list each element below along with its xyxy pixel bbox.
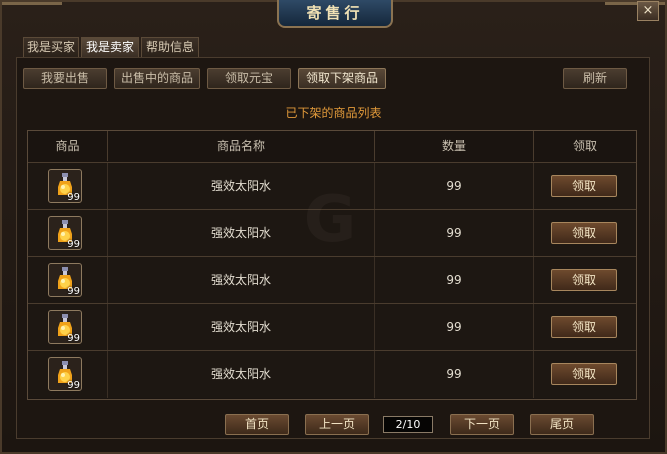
item-stack-count: 99 xyxy=(67,286,80,297)
item-quantity: 99 xyxy=(375,163,534,210)
claim-cell: 领取 xyxy=(534,210,636,257)
claim-yuanbao-button[interactable]: 领取元宝 xyxy=(207,68,291,89)
on-sale-button[interactable]: 出售中的商品 xyxy=(114,68,200,89)
item-slot[interactable]: 99 xyxy=(48,263,82,297)
close-button[interactable]: × xyxy=(637,1,659,21)
item-name: 强效太阳水 xyxy=(108,210,375,257)
item-slot[interactable]: 99 xyxy=(48,357,82,391)
claim-cell: 领取 xyxy=(534,304,636,351)
table-row: 99 强效太阳水 99 领取 xyxy=(28,209,636,257)
item-slot[interactable]: 99 xyxy=(48,169,82,203)
claim-cell: 领取 xyxy=(534,351,636,398)
item-stack-count: 99 xyxy=(67,192,80,203)
item-stack-count: 99 xyxy=(67,239,80,250)
item-cell: 99 xyxy=(28,163,108,210)
tab-buyer[interactable]: 我是买家 xyxy=(23,37,79,57)
item-name: 强效太阳水 xyxy=(108,257,375,304)
item-slot[interactable]: 99 xyxy=(48,310,82,344)
item-quantity: 99 xyxy=(375,257,534,304)
prev-page-button[interactable]: 上一页 xyxy=(305,414,369,435)
sell-button[interactable]: 我要出售 xyxy=(23,68,107,89)
claim-button[interactable]: 领取 xyxy=(551,363,617,385)
claim-delisted-button[interactable]: 领取下架商品 xyxy=(298,68,386,89)
list-title: 已下架的商品列表 xyxy=(285,106,382,120)
table-row: 99 强效太阳水 99 领取 xyxy=(28,350,636,398)
item-stack-count: 99 xyxy=(67,333,80,344)
tab-seller[interactable]: 我是卖家 xyxy=(81,37,139,57)
claim-cell: 领取 xyxy=(534,163,636,210)
column-header-name: 商品名称 xyxy=(108,131,375,161)
claim-button[interactable]: 领取 xyxy=(551,316,617,338)
column-header-claim: 领取 xyxy=(572,139,597,153)
table-row: 99 强效太阳水 99 领取 xyxy=(28,256,636,304)
first-page-button[interactable]: 首页 xyxy=(225,414,289,435)
claim-button[interactable]: 领取 xyxy=(551,269,617,291)
page-indicator: 2/10 xyxy=(383,416,433,433)
item-cell: 99 xyxy=(28,210,108,257)
item-name: 强效太阳水 xyxy=(108,163,375,210)
frame-corner-left xyxy=(2,2,62,27)
delisted-items-table: 商品 商品名称 数量 领取 99 强效太阳水 99 领取 99 强效太阳水 99 领取 99 强效… xyxy=(27,130,637,400)
column-header-quantity: 数量 xyxy=(375,131,534,161)
next-page-button[interactable]: 下一页 xyxy=(450,414,514,435)
item-cell: 99 xyxy=(28,304,108,351)
column-header-item: 商品 xyxy=(28,131,108,161)
item-cell: 99 xyxy=(28,351,108,398)
window-title: 寄售行 xyxy=(277,0,393,28)
item-stack-count: 99 xyxy=(67,380,80,391)
item-slot[interactable]: 99 xyxy=(48,216,82,250)
table-row: 99 强效太阳水 99 领取 xyxy=(28,303,636,351)
item-name: 强效太阳水 xyxy=(108,304,375,351)
table-row: 99 强效太阳水 99 领取 xyxy=(28,162,636,210)
last-page-button[interactable]: 尾页 xyxy=(530,414,594,435)
claim-button[interactable]: 领取 xyxy=(551,175,617,197)
item-quantity: 99 xyxy=(375,351,534,398)
item-quantity: 99 xyxy=(375,304,534,351)
item-name: 强效太阳水 xyxy=(108,351,375,398)
item-quantity: 99 xyxy=(375,210,534,257)
tab-help[interactable]: 帮助信息 xyxy=(141,37,199,57)
item-cell: 99 xyxy=(28,257,108,304)
refresh-button[interactable]: 刷新 xyxy=(563,68,627,89)
claim-cell: 领取 xyxy=(534,257,636,304)
claim-button[interactable]: 领取 xyxy=(551,222,617,244)
